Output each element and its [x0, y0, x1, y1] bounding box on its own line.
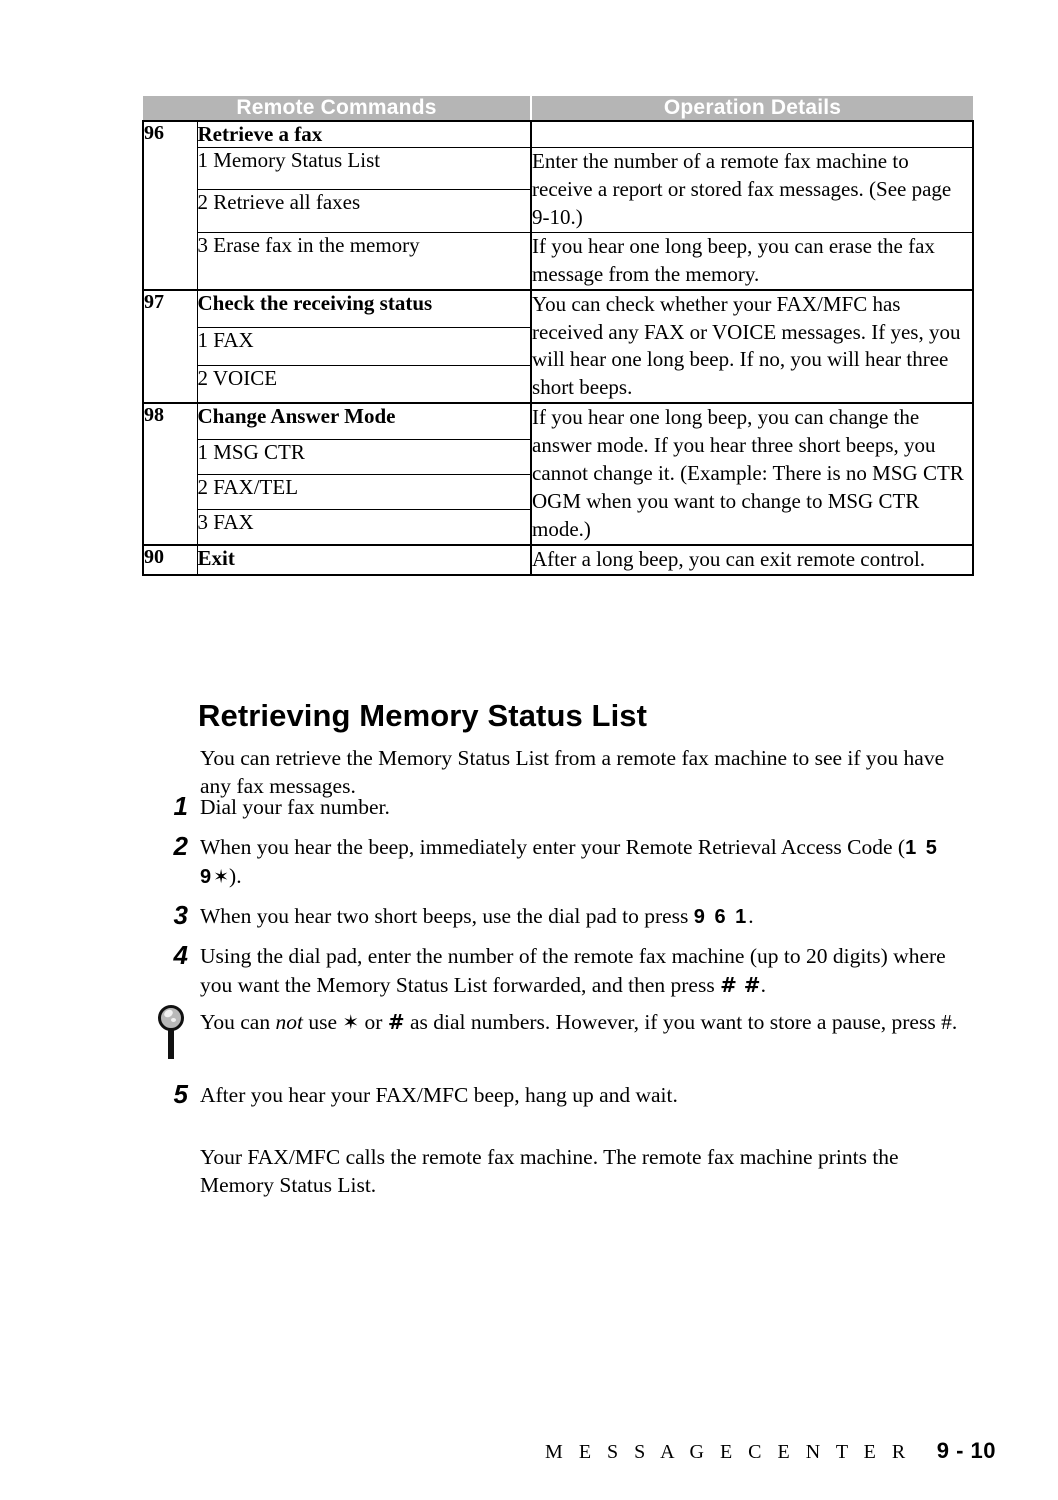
subcommand-96-1: 1 Memory Status List [197, 146, 533, 191]
detail-90: After a long beep, you can exit remote c… [531, 543, 975, 576]
step-4-number: 4 [173, 940, 188, 970]
step-3: 3 When you hear two short beeps, use the… [174, 900, 972, 931]
star-key-icon: ✶ [342, 1010, 360, 1034]
note-bulb-highlight-small [171, 1018, 176, 1022]
note-part-2: use [302, 1010, 343, 1034]
step-2-text-after: ). [229, 863, 242, 888]
step-3-key-sequence: 9 6 1 [693, 906, 749, 928]
table-row: 3 Erase fax in the memory If you hear on… [143, 231, 975, 290]
header-operation-details: Operation Details [531, 96, 974, 122]
note-part-1: You can [200, 1010, 276, 1034]
step-2-text: When you hear the beep, immediately ente… [200, 833, 972, 890]
table-row: 1 Memory Status List Enter the number of… [143, 146, 975, 233]
detail-96-a: Enter the number of a remote fax machine… [531, 147, 975, 233]
table-row: 98 Change Answer Mode If you hear one lo… [142, 402, 975, 545]
page-title: Retrieving Memory Status List [198, 697, 648, 733]
step-5-number: 5 [173, 1079, 188, 1109]
step-4-text-after: . [760, 972, 766, 997]
step-1-text: Dial your fax number. [200, 795, 390, 819]
subcommand-97-1: 1 FAX [197, 327, 533, 366]
closing-paragraph: Your FAX/MFC calls the remote fax machin… [200, 1144, 899, 1198]
table-row: 97 Check the receiving status You can ch… [142, 288, 975, 404]
step-2-number: 2 [173, 831, 188, 861]
step-2: 2 When you hear the beep, immediately en… [174, 831, 972, 890]
table-row: 90 Exit After a long beep, you can exit … [142, 543, 975, 576]
subcommand-96-2: 2 Retrieve all faxes [197, 189, 533, 233]
step-5-text: After you hear your FAX/MFC beep, hang u… [200, 1083, 678, 1107]
detail-96-b: If you hear one long beep, you can erase… [531, 231, 975, 290]
document-page: Remote Commands Operation Details 96 Ret… [0, 0, 1058, 1500]
step-4-text-before: Using the dial pad, enter the number of … [200, 944, 946, 997]
note-part-4: as dial numbers. However, if you want to… [404, 1010, 958, 1034]
header-remote-commands: Remote Commands [143, 96, 533, 122]
detail-97: You can check whether your FAX/MFC has r… [531, 288, 975, 404]
subcommand-98-3: 3 FAX [197, 509, 533, 545]
note-text: You can not use ✶ or # as dial numbers. … [200, 1010, 957, 1034]
note-bulb-icon [156, 1005, 190, 1061]
detail-98: If you hear one long beep, you can chang… [531, 402, 975, 545]
subcommand-98-2: 2 FAX/TEL [197, 474, 533, 510]
subcommand-96-3: 3 Erase fax in the memory [197, 232, 533, 290]
step-3-text-before: When you hear two short beeps, use the d… [200, 904, 694, 928]
command-title-90: Exit [197, 543, 533, 576]
command-code-96: 96 [142, 121, 198, 290]
footer-chapter-title: M E S S A G E C E N T E R [545, 1441, 911, 1463]
step-4: 4 Using the dial pad, enter the number o… [174, 940, 972, 999]
star-key-icon: ✶ [213, 865, 230, 888]
subcommand-97-2: 2 VOICE [197, 365, 533, 404]
step-3-number: 3 [173, 900, 188, 930]
command-code-90: 90 [142, 543, 198, 576]
command-title-98: Change Answer Mode [197, 402, 533, 440]
table-row: 96 Retrieve a fax [142, 121, 975, 290]
step-5: 5 After you hear your FAX/MFC beep, hang… [174, 1079, 972, 1110]
command-code-97: 97 [142, 288, 198, 404]
detail-empty-96 [531, 121, 975, 148]
table-header-row: Remote Commands Operation Details [143, 96, 974, 122]
command-title-97: Check the receiving status [197, 288, 533, 328]
step-3-text-after: . [748, 904, 754, 928]
hash-key-icon: # [387, 1010, 405, 1034]
command-code-98: 98 [142, 402, 198, 545]
note-callout: You can not use ✶ or # as dial numbers. … [158, 1005, 972, 1059]
step-3-text: When you hear two short beeps, use the d… [200, 902, 972, 931]
step-1: 1 Dial your fax number. [174, 791, 972, 822]
note-emphasis: not [275, 1010, 303, 1034]
page-footer: M E S S A G E C E N T E R 9 - 10 [0, 1438, 1058, 1464]
subcommand-98-1: 1 MSG CTR [197, 438, 533, 475]
remote-commands-table: Remote Commands Operation Details 96 Ret… [142, 96, 975, 576]
note-part-3: or [359, 1010, 388, 1034]
step-2-text-before: When you hear the beep, immediately ente… [200, 835, 906, 859]
step-4-text: Using the dial pad, enter the number of … [200, 942, 972, 999]
command-title-96: Retrieve a fax [197, 121, 533, 148]
hash-key-icon: # # [720, 972, 761, 997]
footer-page-number: 9 - 10 [936, 1438, 996, 1463]
note-bulb-stem [168, 1030, 174, 1059]
step-1-number: 1 [173, 791, 188, 821]
